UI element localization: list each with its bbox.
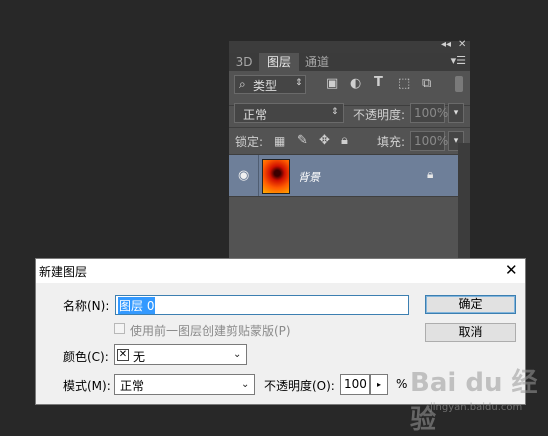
percent-label: % bbox=[396, 377, 408, 391]
visibility-toggle[interactable]: ◉ bbox=[229, 155, 259, 196]
dialog-title: 新建图层 bbox=[39, 265, 88, 279]
filter-type-dropdown[interactable]: ⌕ 类型 ⇕ bbox=[234, 75, 306, 94]
dialog-opacity-label: 不透明度(O): bbox=[264, 379, 335, 393]
blend-mode-value: 正常 bbox=[243, 108, 268, 122]
mode-dropdown[interactable]: 正常 ⌄ bbox=[114, 374, 255, 395]
opacity-label: 不透明度: bbox=[353, 108, 406, 122]
opacity-slider-button[interactable]: ▸ bbox=[370, 374, 388, 395]
divider bbox=[229, 196, 458, 197]
eye-icon: ◉ bbox=[238, 168, 250, 183]
panel-titlebar: ◂◂ ✕ bbox=[229, 39, 470, 53]
panel-tabs: 3D 图层 通道 ▾☰ bbox=[229, 53, 470, 71]
fill-value: 100% bbox=[414, 134, 449, 148]
clip-mask-checkbox[interactable] bbox=[114, 323, 125, 334]
dialog-titlebar: 新建图层 ✕ bbox=[36, 259, 525, 283]
opacity-value: 100% bbox=[414, 106, 449, 120]
tab-3d[interactable]: 3D bbox=[231, 53, 257, 71]
close-icon[interactable]: ✕ bbox=[505, 261, 518, 279]
dialog-opacity-value: 100 bbox=[344, 377, 367, 391]
lock-paint-icon[interactable]: ✎ bbox=[297, 133, 308, 148]
close-icon[interactable]: ✕ bbox=[458, 39, 466, 50]
tab-channels[interactable]: 通道 bbox=[301, 53, 333, 71]
shape-filter-icon[interactable]: ⬚ bbox=[398, 76, 410, 91]
color-value: 无 bbox=[133, 350, 146, 364]
lock-position-icon[interactable]: ✥ bbox=[319, 133, 330, 148]
dialog-opacity-input[interactable]: 100 bbox=[340, 374, 370, 395]
layers-panel: ◂◂ ✕ 3D 图层 通道 ▾☰ ⌕ 类型 ⇕ ▣ ◐ T ⬚ ⧉ 正常 ⇕ 不… bbox=[229, 39, 470, 266]
updown-icon: ⇕ bbox=[331, 107, 339, 117]
layer-lock-icon: 🔒︎ bbox=[427, 167, 434, 181]
name-input[interactable]: 图层 0 bbox=[115, 295, 409, 315]
mode-value: 正常 bbox=[120, 379, 145, 393]
opacity-input[interactable]: 100% bbox=[410, 103, 449, 123]
mode-label: 模式(M): bbox=[63, 379, 111, 393]
tab-layers[interactable]: 图层 bbox=[259, 53, 299, 71]
collapse-icon[interactable]: ◂◂ bbox=[441, 39, 451, 50]
clip-mask-label: 使用前一图层创建剪贴蒙版(P) bbox=[130, 324, 291, 338]
type-filter-icon[interactable]: T bbox=[374, 75, 383, 90]
lock-all-icon[interactable]: 🔒︎ bbox=[341, 133, 348, 148]
cancel-button[interactable]: 取消 bbox=[425, 323, 516, 342]
layer-thumbnail bbox=[262, 159, 290, 194]
ok-button[interactable]: 确定 bbox=[425, 295, 516, 314]
filter-type-label: 类型 bbox=[253, 79, 278, 93]
divider bbox=[229, 127, 470, 128]
color-label: 颜色(C): bbox=[63, 350, 109, 364]
fill-label: 填充: bbox=[377, 135, 406, 149]
lock-transparent-icon[interactable]: ▦ bbox=[274, 134, 285, 148]
chevron-down-icon: ⌄ bbox=[233, 349, 242, 360]
blend-mode-dropdown[interactable]: 正常 ⇕ bbox=[234, 103, 344, 123]
panel-menu-icon[interactable]: ▾☰ bbox=[451, 54, 466, 67]
fill-input[interactable]: 100% bbox=[410, 131, 449, 151]
chevron-down-icon: ⌄ bbox=[241, 379, 250, 390]
opacity-dropdown-button[interactable]: ▾ bbox=[448, 103, 464, 123]
updown-icon: ⇕ bbox=[295, 78, 303, 88]
pixel-filter-icon[interactable]: ▣ bbox=[326, 76, 338, 91]
name-input-value: 图层 0 bbox=[118, 297, 156, 314]
adjustment-filter-icon[interactable]: ◐ bbox=[350, 76, 361, 91]
search-icon: ⌕ bbox=[239, 77, 246, 91]
filter-toggle[interactable] bbox=[455, 76, 463, 92]
lock-label: 锁定: bbox=[235, 135, 264, 149]
color-none-icon: ✕ bbox=[117, 349, 129, 361]
smart-object-filter-icon[interactable]: ⧉ bbox=[422, 76, 431, 91]
watermark-site: jingyan.baidu.com bbox=[430, 402, 523, 413]
name-label: 名称(N): bbox=[63, 299, 110, 313]
panel-scrollbar[interactable] bbox=[458, 143, 470, 266]
layer-name[interactable]: 背景 bbox=[298, 169, 320, 185]
